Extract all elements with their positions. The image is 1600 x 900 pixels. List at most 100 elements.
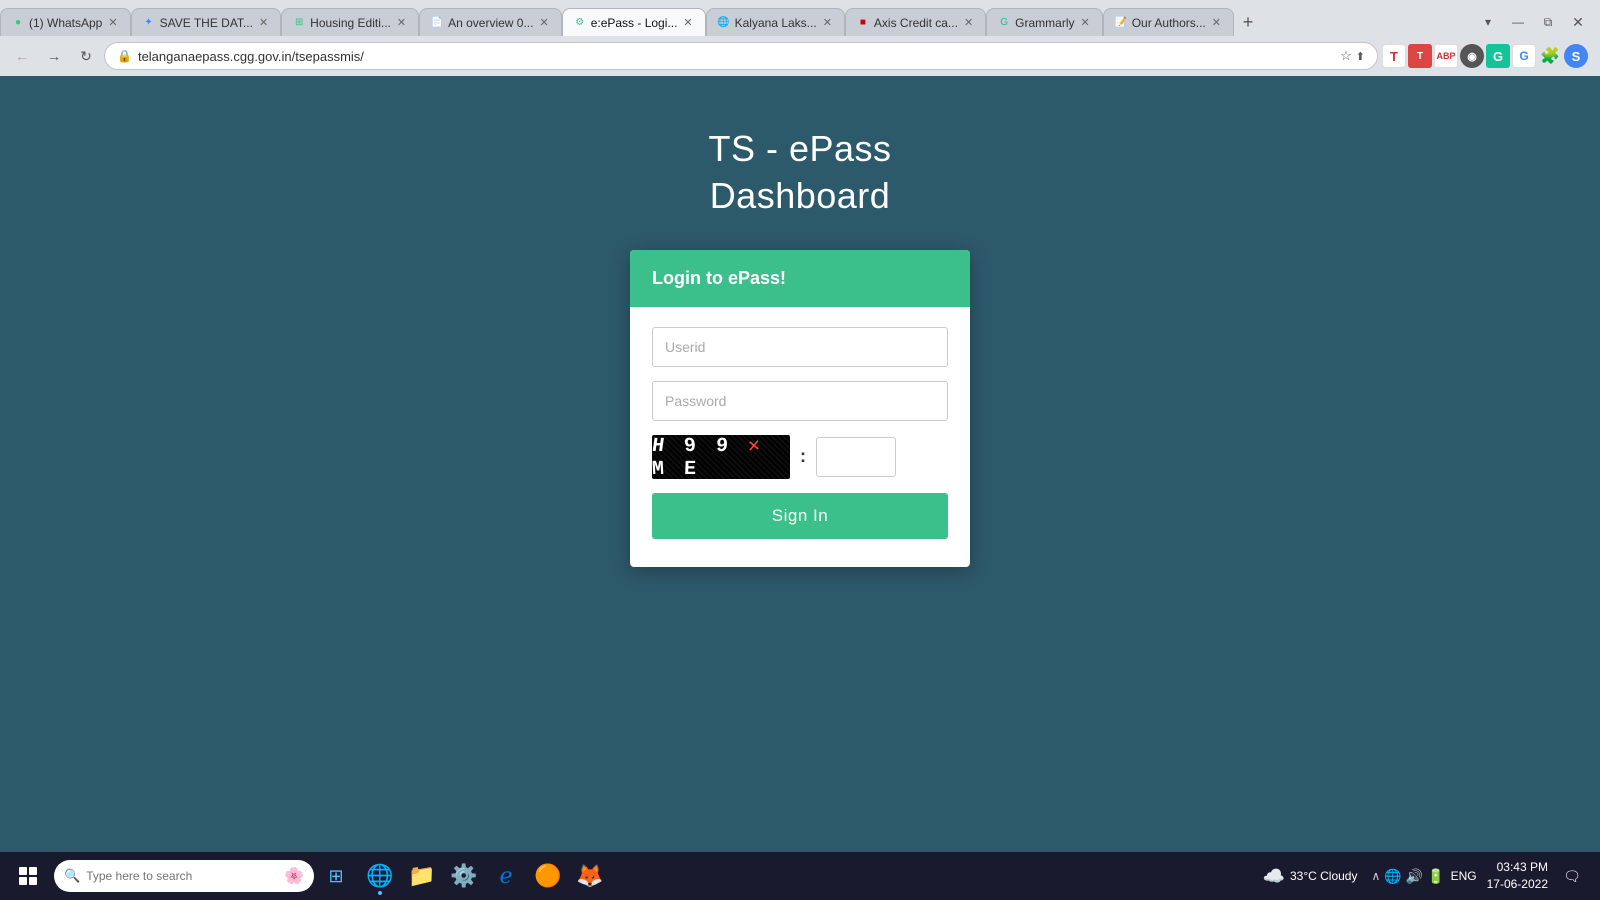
bookmark-star-icon[interactable]: ☆: [1340, 48, 1352, 64]
settings-gear-icon: ⚙️: [450, 863, 477, 889]
weather-text: 33°C Cloudy: [1290, 869, 1358, 883]
reload-button[interactable]: ↻: [72, 42, 100, 70]
tab-close-savethedate[interactable]: ✕: [257, 15, 270, 30]
page-title: TS - ePass Dashboard: [708, 126, 891, 220]
date-display: 17-06-2022: [1487, 876, 1548, 893]
tab-label-ourauthors: Our Authors...: [1132, 16, 1206, 30]
speaker-icon[interactable]: 🔊: [1406, 868, 1423, 885]
close-button[interactable]: ✕: [1564, 8, 1592, 36]
tab-bar: ● (1) WhatsApp ✕ ✦ SAVE THE DAT... ✕ ⊞ H…: [0, 0, 1600, 36]
task-view-button[interactable]: ⊞: [318, 858, 354, 894]
extension-abp[interactable]: ABP: [1434, 44, 1458, 68]
tab-favicon-epass: ⚙: [573, 16, 587, 30]
weather-cloud-icon: ☁️: [1263, 866, 1285, 887]
task-view-icon: ⊞: [328, 866, 343, 887]
tab-savethedate[interactable]: ✦ SAVE THE DAT... ✕: [131, 8, 282, 36]
tab-close-overview[interactable]: ✕: [537, 15, 550, 30]
app6-icon: 🦊: [576, 863, 603, 889]
taskbar-app-edge[interactable]: ℯ: [486, 854, 526, 898]
taskbar-search-icon: 🔍: [64, 868, 80, 884]
taskbar-search-bar[interactable]: 🔍 🌸: [54, 860, 314, 892]
url-text: telanganaepass.cgg.gov.in/tsepassmis/: [138, 49, 1334, 64]
tab-overview[interactable]: 📄 An overview 0... ✕: [419, 8, 562, 36]
tab-label-epass: e:ePass - Logi...: [591, 16, 678, 30]
restore-button[interactable]: ⧉: [1534, 8, 1562, 36]
tab-close-kalyana[interactable]: ✕: [821, 15, 834, 30]
tab-label-savethedate: SAVE THE DAT...: [160, 16, 253, 30]
tab-ourauthors[interactable]: 📝 Our Authors... ✕: [1103, 8, 1234, 36]
tab-grammarly[interactable]: G Grammarly ✕: [986, 8, 1103, 36]
taskbar-right: ☁️ 33°C Cloudy ∧ 🌐 🔊 🔋 ENG 03:43 PM 17-0…: [1255, 854, 1594, 898]
start-button[interactable]: [6, 854, 50, 898]
profile-avatar[interactable]: S: [1564, 44, 1588, 68]
forward-button[interactable]: →: [40, 42, 68, 70]
weather-widget[interactable]: ☁️ 33°C Cloudy: [1255, 862, 1366, 891]
tab-label-whatsapp: (1) WhatsApp: [29, 16, 102, 30]
lock-icon: 🔒: [117, 49, 132, 63]
address-bar[interactable]: 🔒 telanganaepass.cgg.gov.in/tsepassmis/ …: [104, 42, 1378, 70]
tab-label-overview: An overview 0...: [448, 16, 533, 30]
tab-close-axiscredit[interactable]: ✕: [962, 15, 975, 30]
windows-logo-icon: [19, 867, 37, 885]
taskbar-search-input[interactable]: [86, 869, 278, 883]
taskbar-app-settings[interactable]: ⚙️: [444, 854, 484, 898]
address-bar-row: ← → ↻ 🔒 telanganaepass.cgg.gov.in/tsepas…: [0, 36, 1600, 76]
login-card-title: Login to ePass!: [652, 268, 786, 288]
browser-chrome: ● (1) WhatsApp ✕ ✦ SAVE THE DAT... ✕ ⊞ H…: [0, 0, 1600, 76]
datetime-display[interactable]: 03:43 PM 17-06-2022: [1483, 857, 1552, 895]
tab-list-button[interactable]: ▾: [1474, 8, 1502, 36]
tab-axiscredit[interactable]: ■ Axis Credit ca... ✕: [845, 8, 986, 36]
tab-close-grammarly[interactable]: ✕: [1079, 15, 1092, 30]
battery-icon[interactable]: 🔋: [1427, 868, 1444, 885]
language-indicator: ENG: [1451, 869, 1477, 883]
taskbar-colorful-icon: 🌸: [284, 866, 304, 886]
chevron-up-icon[interactable]: ∧: [1371, 869, 1380, 883]
extensions-puzzle-icon[interactable]: 🧩: [1538, 44, 1562, 68]
taskbar-app-chrome[interactable]: 🌐: [360, 854, 400, 898]
tab-label-housing: Housing Editi...: [310, 16, 391, 30]
captcha-input[interactable]: [816, 437, 896, 477]
back-button[interactable]: ←: [8, 42, 36, 70]
login-card: Login to ePass! H 9 9 ✕ M E :: [630, 250, 970, 567]
tab-close-housing[interactable]: ✕: [395, 15, 408, 30]
file-explorer-icon: 📁: [408, 863, 435, 889]
extension-dark[interactable]: ◉: [1460, 44, 1484, 68]
tab-close-epass[interactable]: ✕: [681, 15, 694, 30]
page-content: TS - ePass Dashboard Login to ePass! H 9…: [0, 76, 1600, 840]
tab-kalyana[interactable]: 🌐 Kalyana Laks... ✕: [706, 8, 845, 36]
extension-google[interactable]: G: [1512, 44, 1536, 68]
captcha-colon: :: [800, 446, 806, 467]
address-bar-actions: ☆ ⬆: [1340, 48, 1365, 64]
tab-favicon-whatsapp: ●: [11, 16, 25, 30]
time-display: 03:43 PM: [1487, 859, 1548, 876]
page-title-line1: TS - ePass: [708, 128, 891, 169]
notification-button[interactable]: 🗨: [1558, 854, 1586, 898]
taskbar-app-app6[interactable]: 🦊: [570, 854, 610, 898]
extension-green[interactable]: G: [1486, 44, 1510, 68]
tab-favicon-overview: 📄: [430, 16, 444, 30]
tab-epass[interactable]: ⚙ e:ePass - Logi... ✕: [562, 8, 706, 36]
notification-icon: 🗨: [1563, 868, 1581, 885]
network-icon[interactable]: 🌐: [1384, 868, 1401, 885]
extension-topaz[interactable]: T: [1408, 44, 1432, 68]
tab-housing[interactable]: ⊞ Housing Editi... ✕: [281, 8, 419, 36]
new-tab-button[interactable]: +: [1234, 8, 1262, 36]
page-title-line2: Dashboard: [710, 175, 891, 216]
tab-close-ourauthors[interactable]: ✕: [1210, 15, 1223, 30]
tab-label-axiscredit: Axis Credit ca...: [874, 16, 958, 30]
login-card-body: H 9 9 ✕ M E : Sign In: [630, 307, 970, 567]
userid-input[interactable]: [652, 327, 948, 367]
tab-controls: ▾ — ⧉ ✕: [1474, 8, 1600, 36]
share-icon[interactable]: ⬆: [1356, 50, 1365, 63]
sign-in-button[interactable]: Sign In: [652, 493, 948, 539]
tab-whatsapp[interactable]: ● (1) WhatsApp ✕: [0, 8, 131, 36]
taskbar-app-fileexplorer[interactable]: 📁: [402, 854, 442, 898]
captcha-image: H 9 9 ✕ M E: [652, 435, 790, 479]
minimize-button[interactable]: —: [1504, 8, 1532, 36]
captcha-row: H 9 9 ✕ M E :: [652, 435, 948, 479]
password-input[interactable]: [652, 381, 948, 421]
tab-favicon-housing: ⊞: [292, 16, 306, 30]
tab-close-whatsapp[interactable]: ✕: [106, 15, 119, 30]
taskbar-app-app5[interactable]: 🟠: [528, 854, 568, 898]
extension-t[interactable]: T: [1382, 44, 1406, 68]
